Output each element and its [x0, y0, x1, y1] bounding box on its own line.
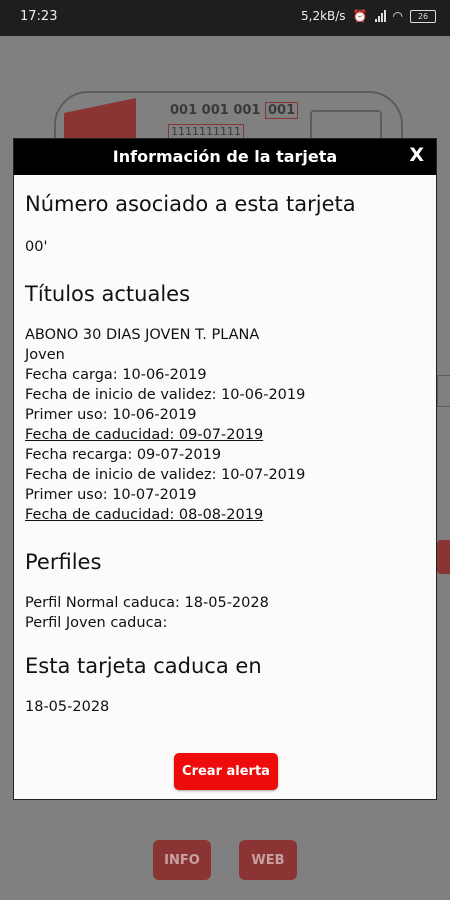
wifi-icon: ◠ [392, 9, 403, 23]
signal-icon [374, 10, 386, 22]
dialog-header: Información de la tarjeta X [14, 139, 436, 175]
create-alert-button[interactable]: Crear alerta [174, 753, 278, 790]
battery-icon: 26 [410, 9, 436, 23]
card-expiry-value: 18-05-2028 [25, 699, 110, 715]
title-line: ABONO 30 DIAS JOVEN T. PLANA [25, 327, 260, 343]
section-heading-titles: Títulos actuales [25, 282, 191, 306]
card-number-value: 00' [25, 239, 48, 255]
section-heading-card-expiry: Esta tarjeta caduca en [25, 654, 262, 678]
card-number-tail: 001 [265, 102, 299, 119]
dialog-title: Información de la tarjeta [112, 147, 338, 166]
profiles-list: Perfil Normal caduca: 18-05-2028 Perfil … [25, 593, 425, 633]
web-button: WEB [239, 840, 297, 880]
close-button[interactable]: X [405, 144, 428, 166]
title-line: Primer uso: 10-07-2019 [25, 487, 197, 503]
card-binary-text: 1111111111 [168, 124, 244, 139]
status-icons: 5,2kB/s ⏰ ◠ 26 [301, 9, 436, 23]
section-heading-profiles: Perfiles [25, 550, 102, 574]
titles-list: ABONO 30 DIAS JOVEN T. PLANA Joven Fecha… [25, 325, 425, 525]
card-info-dialog: Información de la tarjeta X Número asoci… [13, 138, 437, 800]
side-tab [437, 375, 450, 407]
alarm-icon: ⏰ [352, 9, 368, 23]
battery-level: 26 [417, 11, 429, 21]
status-time: 17:23 [20, 9, 58, 24]
dialog-body: Número asociado a esta tarjeta 00' Títul… [14, 194, 436, 717]
title-line: Primer uso: 10-06-2019 [25, 407, 197, 423]
title-line-expiry: Fecha de caducidad: 09-07-2019 [25, 427, 264, 443]
info-button: INFO [153, 840, 211, 880]
card-number-text: 001 001 001 [170, 103, 261, 118]
profile-line: Perfil Joven caduca: [25, 615, 168, 631]
title-line: Joven [25, 347, 65, 363]
title-line: Fecha recarga: 09-07-2019 [25, 447, 222, 463]
title-line: Fecha de inicio de validez: 10-07-2019 [25, 467, 306, 483]
network-speed: 5,2kB/s [301, 9, 346, 23]
card-number-illustration: 001 001 001 001 [170, 102, 299, 119]
profile-line: Perfil Normal caduca: 18-05-2028 [25, 595, 269, 611]
section-heading-card-number: Número asociado a esta tarjeta [25, 192, 356, 216]
title-line-expiry: Fecha de caducidad: 08-08-2019 [25, 507, 264, 523]
title-line: Fecha de inicio de validez: 10-06-2019 [25, 387, 306, 403]
title-line: Fecha carga: 10-06-2019 [25, 367, 207, 383]
side-tab-red [437, 540, 450, 574]
status-bar: 17:23 5,2kB/s ⏰ ◠ 26 [0, 0, 450, 36]
